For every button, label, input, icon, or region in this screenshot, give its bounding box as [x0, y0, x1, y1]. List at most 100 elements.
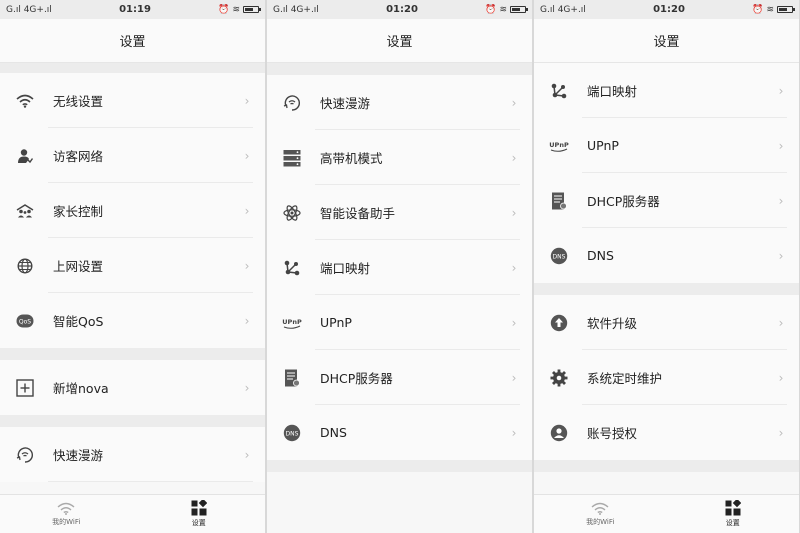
chevron-right-icon: ›: [244, 148, 250, 163]
item-label: 智能QoS: [53, 314, 104, 329]
settings-item-upnp[interactable]: UPnP UPnP ›: [267, 295, 532, 350]
settings-item-high-capacity-mode[interactable]: 高带机模式 ›: [267, 130, 532, 185]
settings-item-guest-network[interactable]: 访客网络 ›: [0, 128, 265, 183]
item-label: 访客网络: [53, 149, 104, 164]
settings-item-dhcp-server[interactable]: DHCP服务器 ›: [534, 173, 799, 228]
dns-icon: DNS: [282, 423, 302, 443]
wifi-status-icon: ≋: [766, 4, 774, 15]
item-label: UPnP: [320, 315, 352, 330]
alarm-icon: ⏰: [752, 4, 764, 15]
section-gap: [534, 283, 799, 295]
settings-item-upnp[interactable]: UPnP UPnP ›: [534, 118, 799, 173]
chevron-right-icon: ›: [511, 370, 517, 385]
settings-item-dns[interactable]: DNS DNS ›: [267, 405, 532, 460]
page-title: 设置: [267, 19, 532, 63]
section-gap: [267, 63, 532, 75]
status-bar: G.ıl 4G+.ıl 01:20 ⏰ ≋: [267, 0, 532, 19]
tab-label: 设置: [725, 519, 740, 527]
chevron-right-icon: ›: [511, 95, 517, 110]
account-icon: [549, 423, 569, 443]
chevron-right-icon: ›: [778, 315, 784, 330]
item-label: 快速漫游: [53, 448, 104, 463]
alarm-icon: ⏰: [485, 4, 497, 15]
upnp-icon: UPnP: [549, 136, 569, 156]
status-bar: G.ıl 4G+.ıl 01:20 ⏰ ≋: [534, 0, 799, 19]
wifi-icon: [591, 502, 609, 515]
chevron-right-icon: ›: [511, 315, 517, 330]
item-label: DNS: [587, 248, 614, 263]
tab-settings[interactable]: 设置: [133, 495, 266, 533]
tab-my-wifi[interactable]: 我的WiFi: [534, 495, 667, 533]
settings-item-dhcp-server[interactable]: DHCP服务器 ›: [267, 350, 532, 405]
dhcp-icon: [282, 368, 302, 388]
item-label: 系统定时维护: [587, 371, 663, 386]
chevron-right-icon: ›: [778, 83, 784, 98]
settings-item-software-upgrade[interactable]: 软件升级 ›: [534, 295, 799, 350]
server-icon: [282, 148, 302, 168]
item-label: 高带机模式: [320, 151, 383, 166]
dns-icon-text: DNS: [286, 430, 299, 437]
settings-item-smart-qos[interactable]: QoS 智能QoS ›: [0, 293, 265, 348]
item-label: DHCP服务器: [320, 371, 393, 386]
roaming-icon: [282, 93, 302, 113]
tab-settings[interactable]: 设置: [667, 495, 800, 533]
signal-text: G.ıl 4G+.ıl: [540, 4, 586, 15]
guest-user-icon: [15, 146, 35, 166]
chevron-right-icon: ›: [244, 447, 250, 462]
battery-icon: [509, 6, 528, 13]
page-title: 设置: [534, 19, 799, 63]
item-label: 新增nova: [53, 381, 109, 396]
qos-icon-text: QoS: [19, 318, 31, 325]
section-gap: [534, 460, 799, 472]
item-label: 家长控制: [53, 204, 104, 219]
settings-item-scheduled-maintenance[interactable]: 系统定时维护 ›: [534, 350, 799, 405]
item-label: UPnP: [587, 138, 619, 153]
settings-item-internet[interactable]: 上网设置 ›: [0, 238, 265, 293]
item-label: DNS: [320, 425, 347, 440]
item-label: DHCP服务器: [587, 194, 660, 209]
settings-item-port-mapping[interactable]: 端口映射 ›: [534, 63, 799, 118]
phone-screen-3: G.ıl 4G+.ıl 01:20 ⏰ ≋ 设置 端口映射 › UPnP UPn…: [534, 0, 799, 533]
dns-icon: DNS: [549, 246, 569, 266]
settings-item-port-mapping[interactable]: 端口映射 ›: [267, 240, 532, 295]
roaming-icon: [15, 445, 35, 465]
upnp-icon-text: UPnP: [549, 141, 569, 149]
status-time: 01:20: [386, 4, 418, 15]
item-label: 智能设备助手: [320, 206, 396, 221]
chevron-right-icon: ›: [244, 313, 250, 328]
status-time: 01:19: [119, 4, 151, 15]
dns-icon-text: DNS: [553, 253, 566, 260]
settings-item-account-authorization[interactable]: 账号授权 ›: [534, 405, 799, 460]
qos-icon: QoS: [15, 311, 35, 331]
chevron-right-icon: ›: [244, 258, 250, 273]
chevron-right-icon: ›: [778, 248, 784, 263]
chevron-right-icon: ›: [244, 380, 250, 395]
settings-item-smart-device-assistant[interactable]: 智能设备助手 ›: [267, 185, 532, 240]
item-label: 端口映射: [587, 84, 638, 99]
settings-item-fast-roaming[interactable]: 快速漫游 ›: [0, 427, 265, 482]
chevron-right-icon: ›: [511, 205, 517, 220]
page-title: 设置: [0, 19, 265, 63]
settings-item-wireless[interactable]: 无线设置 ›: [0, 73, 265, 128]
wifi-icon: [57, 502, 75, 515]
settings-item-fast-roaming[interactable]: 快速漫游 ›: [267, 75, 532, 130]
settings-item-dns[interactable]: DNS DNS ›: [534, 228, 799, 283]
wifi-status-icon: ≋: [499, 4, 507, 15]
bottom-tab-bar: 我的WiFi 设置: [0, 494, 265, 533]
tab-my-wifi[interactable]: 我的WiFi: [0, 495, 133, 533]
phone-screen-1: G.ıl 4G+.ıl 01:19 ⏰ ≋ 设置 无线设置 › 访客网络 › 家…: [0, 0, 265, 533]
item-label: 端口映射: [320, 261, 371, 276]
section-gap: [0, 63, 265, 73]
wifi-status-icon: ≋: [232, 4, 240, 15]
section-gap: [267, 460, 532, 472]
battery-icon: [776, 6, 795, 13]
battery-icon: [242, 6, 261, 13]
phone-screen-2: G.ıl 4G+.ıl 01:20 ⏰ ≋ 设置 快速漫游 › 高带机模式 ›: [267, 0, 532, 533]
chevron-right-icon: ›: [244, 93, 250, 108]
settings-item-add-nova[interactable]: 新增nova ›: [0, 360, 265, 415]
settings-item-parental-control[interactable]: 家长控制 ›: [0, 183, 265, 238]
gear-icon: [549, 368, 569, 388]
chevron-right-icon: ›: [511, 260, 517, 275]
item-label: 快速漫游: [320, 96, 371, 111]
item-label: 无线设置: [53, 94, 104, 109]
